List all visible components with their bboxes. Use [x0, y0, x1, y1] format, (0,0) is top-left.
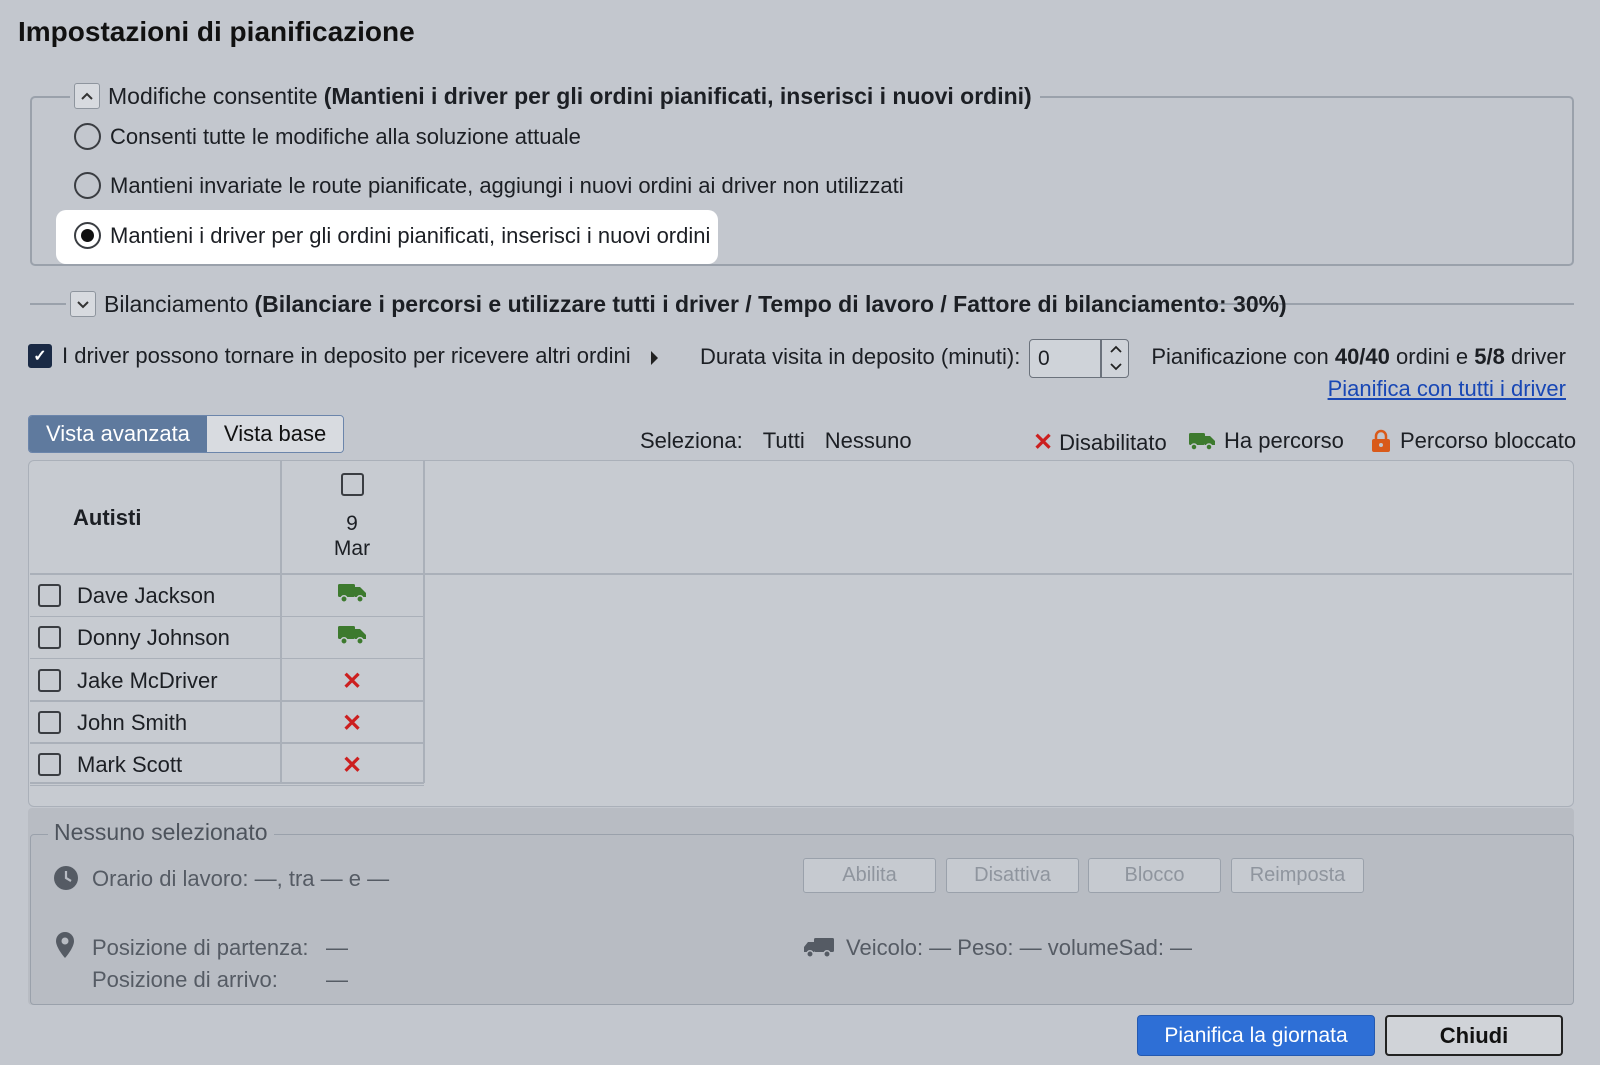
expand-toggle-icon[interactable] [70, 291, 96, 317]
reset-button[interactable]: Reimposta [1231, 858, 1364, 893]
view-toggle: Vista avanzata Vista base [28, 415, 345, 453]
caret-right-icon[interactable] [651, 351, 658, 365]
select-label: Seleziona: [640, 428, 743, 453]
table-row[interactable]: Jake McDriver ✕ [30, 660, 424, 702]
location-pin-icon [54, 931, 76, 964]
disabled-x-icon[interactable]: ✕ [280, 751, 424, 780]
driver-name: John Smith [77, 709, 188, 735]
driver-checkbox[interactable] [38, 710, 61, 734]
radio-allow-all[interactable]: Consenti tutte le modifiche alla soluzio… [74, 123, 581, 150]
page-title: Impostazioni di pianificazione [18, 16, 415, 47]
legend-disabled-label: Disabilitato [1059, 429, 1167, 455]
radio-label: Mantieni invariate le route pianificate,… [110, 172, 904, 198]
radio-keep-drivers[interactable]: Mantieni i driver per gli ordini pianifi… [74, 222, 710, 249]
truck-icon [1188, 431, 1216, 451]
stepper-up-icon[interactable] [1105, 340, 1127, 358]
plan-day-button[interactable]: Pianifica la giornata [1137, 1015, 1375, 1056]
vehicle-icon [803, 935, 835, 964]
start-position-label: Posizione di partenza: [92, 935, 309, 960]
truck-icon[interactable] [280, 624, 424, 652]
tab-advanced-view[interactable]: Vista avanzata [29, 416, 207, 452]
orders-suffix: ordini e [1389, 344, 1475, 369]
radio-button-selected[interactable] [74, 222, 101, 249]
radio-label: Mantieni i driver per gli ordini pianifi… [110, 222, 711, 248]
lock-icon [1370, 429, 1392, 453]
driver-checkbox[interactable] [38, 584, 61, 607]
stepper-divider [1100, 340, 1102, 377]
work-hours: Orario di lavoro: —, tra — e — [92, 866, 390, 891]
driver-name: Dave Jackson [77, 583, 216, 608]
modifiche-legend: Modifiche consentite (Mantieni i driver … [70, 80, 1040, 112]
select-all-link[interactable]: Tutti [763, 428, 805, 454]
radio-label: Consenti tutte le modifiche alla soluzio… [110, 123, 581, 149]
modifiche-label: Modifiche consentite [108, 82, 318, 109]
disable-button[interactable]: Disattiva [946, 858, 1079, 893]
duration-value[interactable]: 0 [1038, 347, 1050, 371]
bilanciamento-legend: Bilanciamento (Bilanciare i percorsi e u… [70, 288, 1287, 320]
table-row[interactable]: Mark Scott ✕ [30, 744, 424, 787]
divider [30, 303, 66, 305]
bilanciamento-label: Bilanciamento [104, 290, 249, 317]
date-select-checkbox[interactable] [341, 473, 364, 496]
select-none-link[interactable]: Nessuno [825, 428, 912, 454]
table-row[interactable]: Donny Johnson [30, 617, 424, 660]
return-depot-option[interactable]: ✓ I driver possono tornare in deposito p… [28, 343, 631, 369]
plan-all-drivers-link[interactable]: Pianifica con tutti i driver [1328, 376, 1566, 402]
legend-locked: Percorso bloccato [1370, 428, 1576, 454]
orders-count: 40/40 [1334, 344, 1390, 369]
end-position-label: Posizione di arrivo: [92, 967, 278, 992]
table-row[interactable]: John Smith ✕ [30, 702, 424, 744]
legend-locked-label: Percorso bloccato [1400, 428, 1577, 453]
disabled-x-icon: ✕ [1033, 429, 1054, 456]
vehicle-info: Veicolo: — Peso: — volumeSad: — [846, 935, 1193, 960]
bilanciamento-summary: (Bilanciare i percorsi e utilizzare tutt… [254, 290, 1287, 317]
legend-disabled: ✕ Disabilitato [1033, 428, 1167, 457]
radio-button[interactable] [74, 123, 101, 150]
modifiche-summary: (Mantieni i driver per gli ordini pianif… [323, 82, 1032, 109]
lock-button[interactable]: Blocco [1088, 858, 1221, 893]
drivers-column-header: Autisti [73, 505, 142, 530]
drivers-suffix: driver [1504, 344, 1566, 369]
table-row[interactable]: Dave Jackson [30, 575, 424, 617]
collapse-toggle-icon[interactable] [74, 83, 100, 109]
driver-checkbox[interactable] [38, 668, 61, 692]
disabled-x-icon[interactable]: ✕ [280, 667, 424, 696]
driver-checkbox[interactable] [38, 753, 61, 777]
close-button[interactable]: Chiudi [1385, 1015, 1563, 1056]
radio-keep-routes[interactable]: Mantieni invariate le route pianificate,… [74, 172, 904, 199]
duration-label: Durata visita in deposito (minuti): [700, 344, 1021, 369]
disabled-x-icon[interactable]: ✕ [280, 709, 424, 738]
return-depot-label: I driver possono tornare in deposito per… [62, 343, 631, 368]
driver-name: Donny Johnson [77, 625, 230, 651]
drivers-count: 5/8 [1474, 344, 1505, 369]
start-position-value: — [326, 935, 348, 960]
enable-button[interactable]: Abilita [803, 858, 936, 893]
end-position-value: — [326, 967, 348, 992]
clock-icon [53, 865, 79, 896]
date-month: Mar [333, 537, 371, 560]
plan-summary: Pianificazione con 40/40 ordini e 5/8 dr… [1151, 344, 1566, 370]
driver-name: Jake McDriver [77, 667, 218, 693]
date-day: 9 [346, 512, 358, 535]
legend-has-route-label: Ha percorso [1224, 428, 1344, 453]
row-divider [30, 784, 424, 787]
driver-name: Mark Scott [77, 752, 183, 778]
select-controls: Seleziona: Tutti Nessuno [640, 428, 912, 454]
legend-has-route: Ha percorso [1188, 428, 1344, 454]
truck-icon[interactable] [280, 582, 424, 610]
plan-prefix: Pianificazione con [1151, 344, 1335, 369]
tab-basic-view[interactable]: Vista base [206, 416, 344, 452]
return-depot-checkbox[interactable]: ✓ [28, 344, 52, 368]
stepper-down-icon[interactable] [1105, 358, 1127, 376]
radio-button[interactable] [74, 172, 101, 199]
driver-checkbox[interactable] [38, 626, 61, 650]
detail-title: Nessuno selezionato [48, 819, 274, 846]
